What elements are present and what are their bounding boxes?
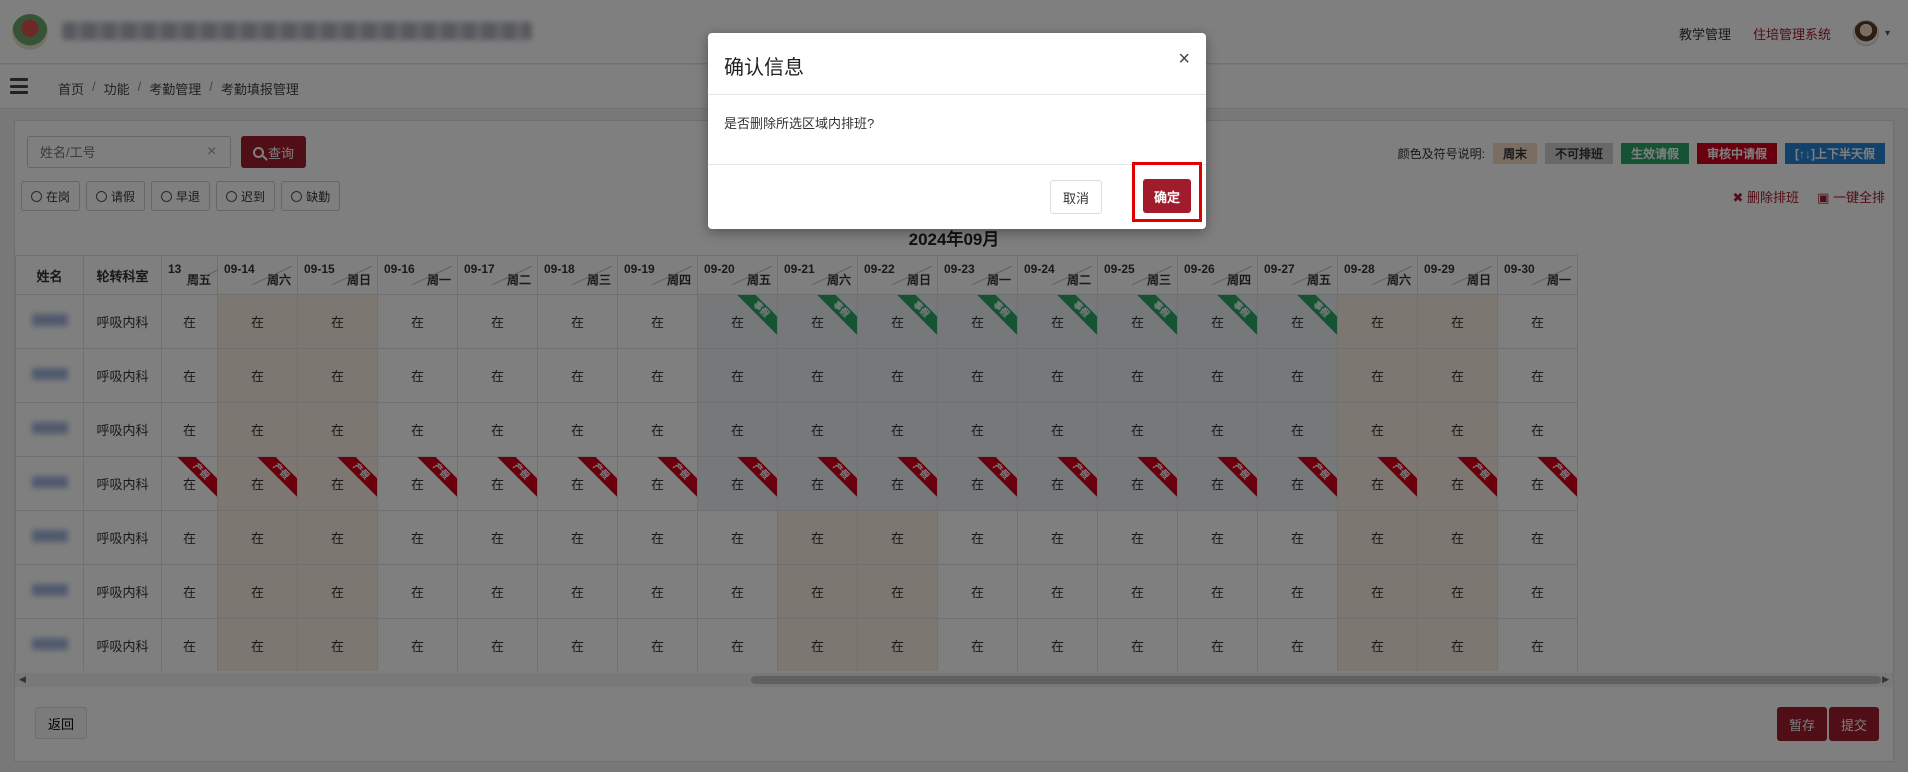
dialog-title: 确认信息 — [724, 57, 804, 79]
confirm-button[interactable]: 确定 — [1142, 179, 1191, 213]
close-icon[interactable]: × — [1178, 49, 1190, 69]
confirm-dialog: 确认信息 × 是否删除所选区域内排班? 取消 确定 — [708, 33, 1206, 229]
dialog-header: 确认信息 × — [708, 33, 1206, 95]
dialog-message: 是否删除所选区域内排班? — [708, 95, 1206, 165]
cancel-button[interactable]: 取消 — [1049, 180, 1102, 214]
